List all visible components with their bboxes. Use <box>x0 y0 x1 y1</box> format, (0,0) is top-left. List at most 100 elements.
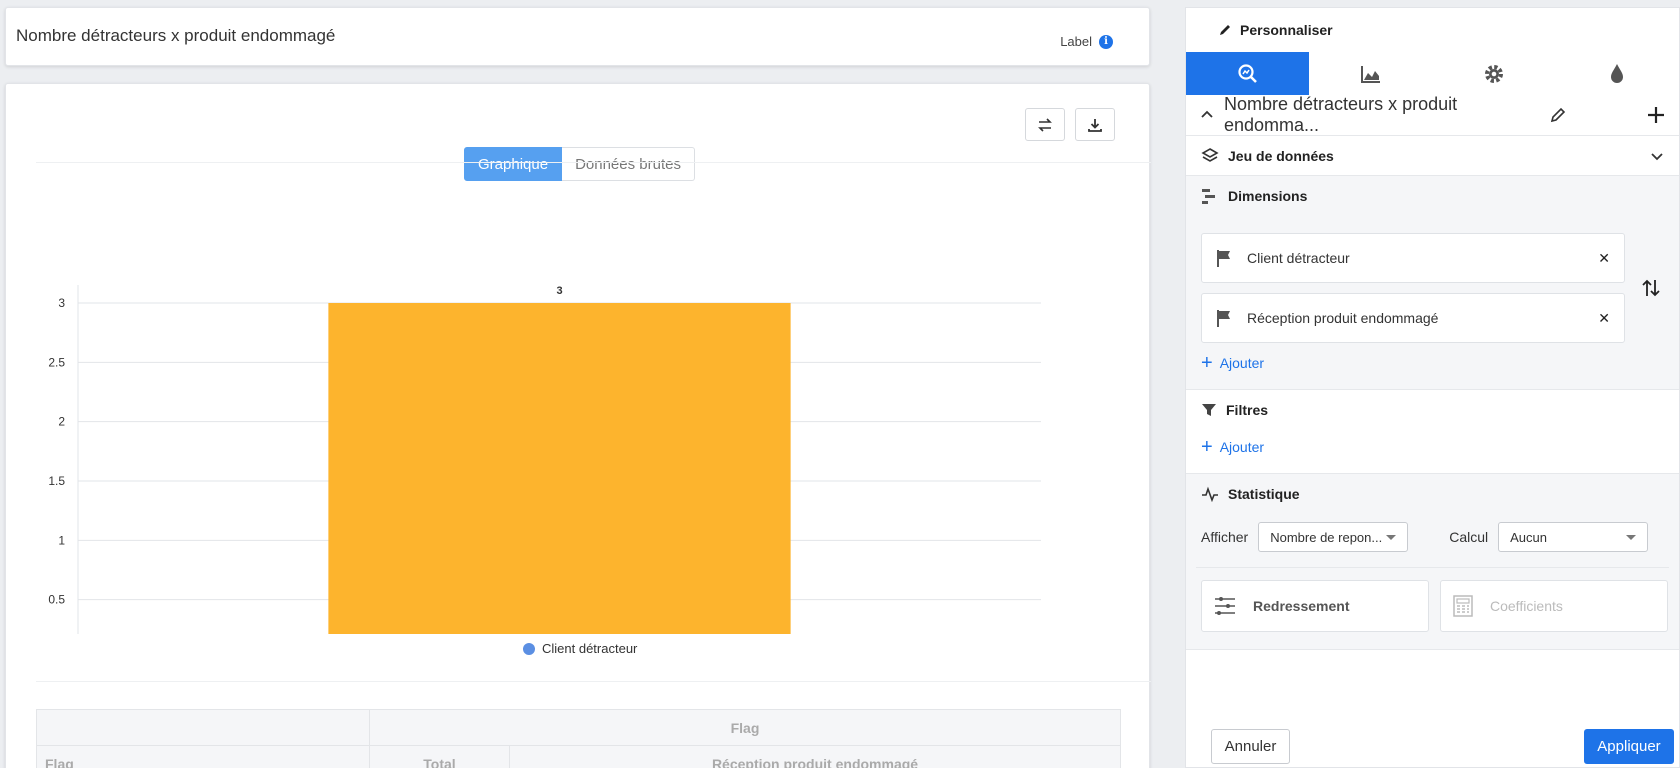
table-row-header: Flag <box>36 745 370 768</box>
caret-down-icon <box>1626 534 1637 540</box>
statistics-section: Statistique Afficher Nombre de repon... … <box>1186 474 1679 650</box>
dimensions-icon <box>1202 188 1215 204</box>
dataset-section[interactable]: Jeu de données <box>1186 136 1679 176</box>
flag-icon <box>1217 250 1230 267</box>
add-filter-link[interactable]: + Ajouter <box>1186 429 1679 473</box>
calculator-icon <box>1453 595 1473 617</box>
dataset-header[interactable]: Jeu de données <box>1186 136 1679 175</box>
redressement-button[interactable]: Redressement <box>1201 580 1429 632</box>
y-tick-label: 2.5 <box>48 355 65 369</box>
show-label: Afficher <box>1201 529 1249 545</box>
pulse-icon <box>1202 486 1218 502</box>
tab-analysis[interactable] <box>1186 52 1310 95</box>
chevron-up-icon[interactable] <box>1200 108 1214 122</box>
y-tick-label: 0.5 <box>48 593 65 607</box>
y-tick-label: 1.5 <box>48 474 65 488</box>
dataset-title: Jeu de données <box>1228 147 1334 164</box>
table-total-header: Total <box>369 745 510 768</box>
panel-tabs <box>1186 52 1679 95</box>
add-filter-label: Ajouter <box>1219 439 1265 455</box>
table-group-header: Flag <box>369 709 1121 746</box>
analysis-search-icon <box>1238 63 1257 83</box>
legend-label: Client détracteur <box>542 641 638 656</box>
statistics-options: Redressement Coefficients <box>1196 567 1669 649</box>
statistics-header: Statistique <box>1186 474 1679 513</box>
redressement-label: Redressement <box>1253 598 1350 614</box>
chart-name-row: Nombre détracteurs x produit endomma... <box>1186 94 1679 136</box>
label-button[interactable]: Label i <box>1060 34 1113 49</box>
calc-label: Calcul <box>1449 529 1489 545</box>
plus-icon: + <box>1201 352 1213 374</box>
remove-icon[interactable]: ✕ <box>1598 310 1610 327</box>
dimension-label: Client détracteur <box>1247 250 1350 266</box>
panel-header: Personnaliser <box>1186 8 1679 52</box>
cancel-button[interactable]: Annuler <box>1211 729 1290 764</box>
dimensions-header: Dimensions <box>1186 176 1679 215</box>
drop-icon <box>1611 63 1624 83</box>
filters-header: Filtres <box>1186 390 1679 429</box>
chart-title: Nombre détracteurs x produit endommagé <box>16 26 336 45</box>
swap-arrows-icon <box>1038 117 1052 132</box>
remove-icon[interactable]: ✕ <box>1598 250 1610 267</box>
chart-legend[interactable]: Client détracteur <box>523 641 637 656</box>
caret-down-icon <box>1386 534 1397 540</box>
pencil-icon <box>1220 25 1230 35</box>
panel-title: Personnaliser <box>1240 22 1333 38</box>
swap-axes-button[interactable] <box>1025 108 1065 141</box>
apply-button[interactable]: Appliquer <box>1584 729 1674 764</box>
chart-title-card: Nombre détracteurs x produit endommagé L… <box>5 7 1150 66</box>
filters-title: Filtres <box>1226 401 1269 418</box>
edit-pencil-icon <box>1550 107 1566 123</box>
tab-chart[interactable]: Graphique <box>464 147 563 181</box>
plus-icon: + <box>1201 436 1213 458</box>
dimensions-section: Dimensions Client détracteur ✕ Réception… <box>1186 176 1679 390</box>
info-icon[interactable]: i <box>1099 34 1113 49</box>
dimension-list: Client détracteur ✕ Réception produit en… <box>1186 215 1679 343</box>
customize-panel: Personnaliser Nombre détracteurs x produ… <box>1185 7 1680 768</box>
swap-vertical-icon[interactable] <box>1641 278 1661 298</box>
divider <box>36 162 1151 163</box>
download-button[interactable] <box>1075 108 1115 141</box>
flag-icon <box>1217 310 1230 327</box>
add-dimension-label: Ajouter <box>1219 355 1265 371</box>
tab-colors[interactable] <box>1555 52 1679 95</box>
y-tick-label: 3 <box>58 296 65 310</box>
chevron-down-icon <box>1651 152 1663 160</box>
tab-raw-data[interactable]: Données brutes <box>562 147 695 181</box>
tab-chart-type[interactable] <box>1309 52 1433 95</box>
add-dimension-link[interactable]: + Ajouter <box>1186 353 1679 389</box>
data-label: 3 <box>556 285 562 297</box>
legend-dot <box>523 642 535 655</box>
statistics-title: Statistique <box>1228 485 1300 502</box>
label-text: Label <box>1060 34 1092 49</box>
show-select[interactable]: Nombre de repon... <box>1258 522 1409 552</box>
bar <box>328 303 791 634</box>
y-tick-label: 2 <box>58 415 65 429</box>
tab-settings[interactable] <box>1432 52 1556 95</box>
data-table: Flag Flag Total Réception produit endomm… <box>36 709 1121 768</box>
dimension-label: Réception produit endommagé <box>1247 310 1439 326</box>
chart-card: Graphique Données brutes 00.511.522.533R… <box>5 83 1151 768</box>
dimensions-title: Dimensions <box>1228 187 1308 204</box>
filter-icon <box>1202 403 1216 416</box>
coefficients-button[interactable]: Coefficients <box>1440 580 1668 632</box>
dimension-item[interactable]: Réception produit endommagé ✕ <box>1201 293 1625 343</box>
table-column-header: Réception produit endommagé <box>509 745 1121 768</box>
layers-icon <box>1201 147 1219 162</box>
area-chart-icon <box>1360 65 1380 83</box>
divider <box>36 681 1151 682</box>
statistics-controls: Afficher Nombre de repon... Calcul Aucun <box>1186 522 1679 552</box>
calc-select[interactable]: Aucun <box>1498 522 1649 552</box>
table-row: Flag <box>36 709 1121 746</box>
y-tick-label: 1 <box>58 533 65 547</box>
download-icon <box>1088 118 1102 132</box>
chart-name: Nombre détracteurs x produit endomma... <box>1224 94 1458 135</box>
sliders-icon <box>1215 597 1235 615</box>
bar-chart: 00.511.522.533Reception produit endommag… <box>48 285 1041 634</box>
table-corner <box>36 709 370 746</box>
gear-icon <box>1485 64 1504 83</box>
calc-select-value: Aucun <box>1510 529 1547 545</box>
view-toggle: Graphique Données brutes <box>464 147 695 181</box>
dimension-item[interactable]: Client détracteur ✕ <box>1201 233 1625 283</box>
coefficients-label: Coefficients <box>1490 598 1563 614</box>
